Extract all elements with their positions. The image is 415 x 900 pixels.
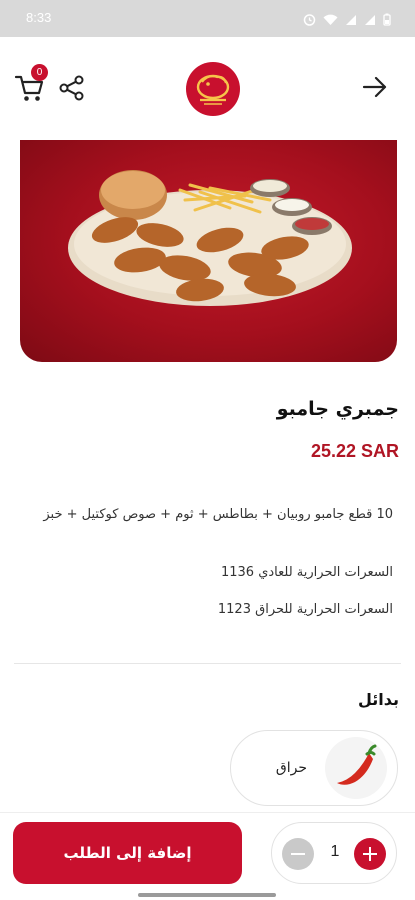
product-image <box>20 140 397 362</box>
calories-spicy: السعرات الحرارية للحراق 1123 <box>217 602 393 617</box>
plus-icon[interactable] <box>354 838 386 870</box>
wifi-icon <box>323 11 338 30</box>
alternatives-title: بدائل <box>357 690 399 709</box>
status-bar: 8:33 <box>0 0 415 37</box>
product-description: 10 قطع جامبو روبيان + بطاطس + ثوم + صوص … <box>43 507 393 522</box>
cart-count-badge: 0 <box>31 64 48 81</box>
brand-logo <box>186 62 240 116</box>
app-header: 0 <box>0 37 415 137</box>
battery-icon <box>383 11 391 30</box>
section-divider <box>14 663 401 664</box>
back-button[interactable] <box>361 75 389 99</box>
product-price: 25.22 SAR <box>310 441 399 461</box>
option-spicy-card[interactable]: حراق <box>230 730 398 806</box>
share-icon <box>59 75 84 101</box>
product-title: جمبري جامبو <box>276 398 399 420</box>
share-button[interactable] <box>58 75 86 101</box>
minus-icon[interactable] <box>282 838 314 870</box>
quantity-stepper: 1 <box>271 822 397 884</box>
add-to-order-button[interactable]: إضافة إلى الطلب <box>13 822 242 884</box>
signal-2-icon <box>364 11 376 30</box>
arrow-right-icon <box>362 76 387 98</box>
status-icons <box>303 11 391 30</box>
option-label: حراق <box>275 760 307 776</box>
calories-normal: السعرات الحرارية للعادي 1136 <box>220 565 393 580</box>
signal-icon <box>345 11 357 30</box>
alarm-icon <box>303 11 316 30</box>
chili-pepper-icon <box>325 737 387 799</box>
home-indicator <box>138 893 276 897</box>
quantity-value: 1 <box>330 843 340 860</box>
status-time: 8:33 <box>26 10 52 25</box>
